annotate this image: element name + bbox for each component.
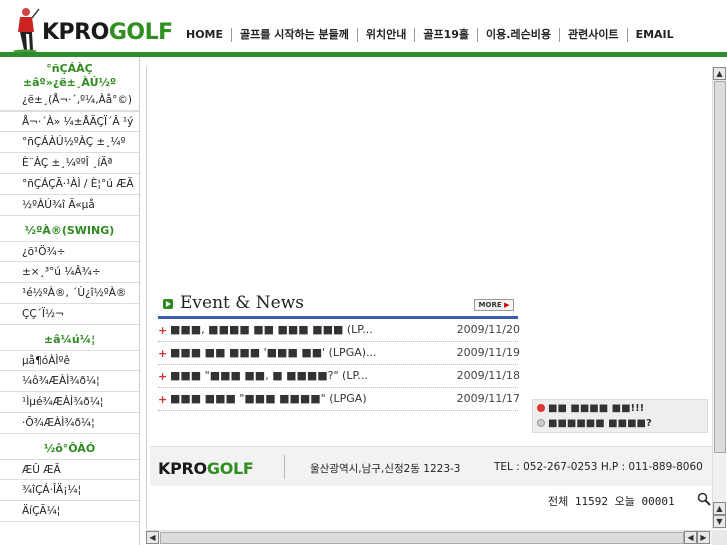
scroll-up-icon[interactable]: ▲ <box>713 502 726 515</box>
sidebar-group-title: ½ô°ÔÀÓ <box>43 442 96 455</box>
sidebar-item[interactable]: °ñÇÁÇÃ·¹ÀÌ / È¦°ú ÆÄ <box>0 174 139 195</box>
footer-divider <box>284 455 285 479</box>
plus-icon: + <box>158 324 168 337</box>
sidebar-item[interactable]: ¿ë±¸(Å¬·´,º¼,Àå°©) <box>0 90 139 111</box>
main-nav: HOME 골프를 시작하는 분들께 위치안내 골프19홀 이용.레슨비용 관련사… <box>178 26 682 44</box>
scroll-up-icon[interactable]: ▲ <box>713 67 726 80</box>
notice-item[interactable]: ■■■■■■ ■■■■? <box>537 418 652 429</box>
news-item-date: 2009/11/19 <box>456 346 520 359</box>
nav-location[interactable]: 위치안내 <box>358 28 416 42</box>
scroll-right-icon[interactable]: ▶ <box>697 531 710 544</box>
news-item-date: 2009/11/18 <box>456 369 520 382</box>
more-button[interactable]: MORE ▶ <box>474 299 514 311</box>
footer-phone: TEL : 052-267-0253 H.P : 011-889-8060 <box>494 461 703 473</box>
nav-golf19[interactable]: 골프19홀 <box>415 28 479 42</box>
news-item-title[interactable]: ■■■, ■■■■ ■■ ■■■ ■■■ (LP... <box>170 323 373 336</box>
sidebar-item[interactable]: ½ºÀÚ¾î Ä«µå <box>0 195 139 216</box>
sidebar-item[interactable]: µå¶óÀÌºê <box>0 350 139 371</box>
red-dot-icon <box>537 404 545 412</box>
scroll-left-icon[interactable]: ◀ <box>684 531 697 544</box>
sidebar-item[interactable]: ¿ö¹Ö¾÷ <box>0 241 139 262</box>
plus-icon: + <box>158 347 168 360</box>
sidebar-group-title: ½ºÀ®(SWING) <box>24 224 115 237</box>
golfer-icon <box>13 8 40 52</box>
news-item-title[interactable]: ■■■ "■■■ ■■, ■ ■■■■?" (LP... <box>170 369 368 382</box>
sidebar-item[interactable]: ÄíÇÃ¼¦ <box>0 501 139 522</box>
logo-text: KPROGOLF <box>42 20 173 45</box>
sidebar-item[interactable]: °ñÇÁÀÚ½ºÀÇ ±¸¼º <box>0 132 139 153</box>
scroll-left-icon[interactable]: ◀ <box>146 531 159 544</box>
sidebar-item[interactable]: ÇÇ´Ï½¬ <box>0 304 139 325</box>
sidebar-item[interactable]: ¼ô¾ÆÀÌ¾ð¼¦ <box>0 371 139 392</box>
sidebar: °ñÇÁÀÇ ±âº»¿ë±¸ÀÚ½º ¿ë±¸(Å¬·´,º¼,Àå°©) Å… <box>0 57 140 545</box>
search-icon[interactable] <box>697 492 711 506</box>
news-row[interactable]: + ■■■ "■■■ ■■, ■ ■■■■?" (LP... 2009/11/1… <box>158 365 520 388</box>
news-item-title[interactable]: ■■■ ■■■ "■■■ ■■■■" (LPGA) <box>170 392 367 405</box>
sidebar-item[interactable]: ·Õ¾ÆÀÌ¾ð¼¦ <box>0 413 139 434</box>
event-news-panel: Event & News MORE ▶ + ■■■, ■■■■ ■■ ■■■ ■… <box>158 291 520 411</box>
nav-pricing[interactable]: 이용.레슨비용 <box>478 28 560 42</box>
footer-logo: KPROGOLF <box>158 459 254 478</box>
news-row[interactable]: + ■■■ ■■■ "■■■ ■■■■" (LPGA) 2009/11/17 <box>158 388 520 411</box>
vertical-scroll-thumb[interactable] <box>714 81 726 453</box>
horizontal-scrollbar[interactable]: ◀ ◀ ▶ <box>146 530 712 544</box>
visitor-counter: 전체 11592 오늘 00001 <box>548 495 675 508</box>
news-row[interactable]: + ■■■, ■■■■ ■■ ■■■ ■■■ (LP... 2009/11/20 <box>158 319 520 342</box>
notice-item[interactable]: ■■ ■■■■ ■■!!! <box>537 403 644 414</box>
sidebar-item[interactable]: È¨ÀÇ ±¸¼ººÎ ¸íÄª <box>0 153 139 174</box>
plus-icon: + <box>158 370 168 383</box>
news-title: Event & News <box>180 293 305 313</box>
footer-address: 울산광역시,남구,신정2동 1223-3 <box>310 463 461 475</box>
arrow-right-icon: ▶ <box>504 301 510 309</box>
sidebar-item[interactable]: ÆÛ ÆÃ <box>0 459 139 480</box>
news-header: Event & News MORE ▶ <box>158 291 518 315</box>
horizontal-scroll-thumb[interactable] <box>160 532 684 544</box>
sidebar-group-title: ±â¼ú¼¦ <box>43 333 96 346</box>
header: KPROGOLF HOME 골프를 시작하는 분들께 위치안내 골프19홀 이용… <box>0 0 727 57</box>
notice-box: ■■ ■■■■ ■■!!! ■■■■■■ ■■■■? <box>532 399 708 433</box>
plus-icon: + <box>158 393 168 406</box>
sidebar-group-title: °ñÇÁÀÇ ±âº»¿ë±¸ÀÚ½º <box>22 62 117 89</box>
sidebar-item[interactable]: ¹Ìµé¾ÆÀÌ¾ð¼¦ <box>0 392 139 413</box>
site-logo[interactable]: KPROGOLF <box>4 2 176 52</box>
nav-related-sites[interactable]: 관련사이트 <box>560 28 628 42</box>
news-item-title[interactable]: ■■■ ■■ ■■■ '■■■ ■■' (LPGA)... <box>170 346 377 359</box>
news-item-date: 2009/11/17 <box>456 392 520 405</box>
nav-beginners[interactable]: 골프를 시작하는 분들께 <box>232 28 358 42</box>
footer: KPROGOLF 울산광역시,남구,신정2동 1223-3 TEL : 052-… <box>150 446 712 486</box>
sidebar-item[interactable]: Å¬·´À» ¼±ÅÃÇÏ´Â ¹ý <box>0 111 139 132</box>
nav-home[interactable]: HOME <box>178 28 233 42</box>
news-item-date: 2009/11/20 <box>456 323 520 336</box>
news-row[interactable]: + ■■■ ■■ ■■■ '■■■ ■■' (LPGA)... 2009/11/… <box>158 342 520 365</box>
vertical-scrollbar[interactable]: ▲ ▲ ▼ <box>712 67 726 529</box>
sidebar-item[interactable]: ¾îÇÁ·ÎÄ¡¼¦ <box>0 480 139 501</box>
nav-email[interactable]: EMAIL <box>628 28 682 42</box>
grey-dot-icon <box>537 419 545 427</box>
sidebar-item[interactable]: ¹é½ºÀ®, ´Ù¿î½ºÀ® <box>0 283 139 304</box>
sidebar-item[interactable]: ±×¸³°ú ¼Â¾÷ <box>0 262 139 283</box>
scroll-down-icon[interactable]: ▼ <box>713 515 726 528</box>
bullet-icon <box>163 299 173 309</box>
scrollbar-corner <box>712 530 727 545</box>
